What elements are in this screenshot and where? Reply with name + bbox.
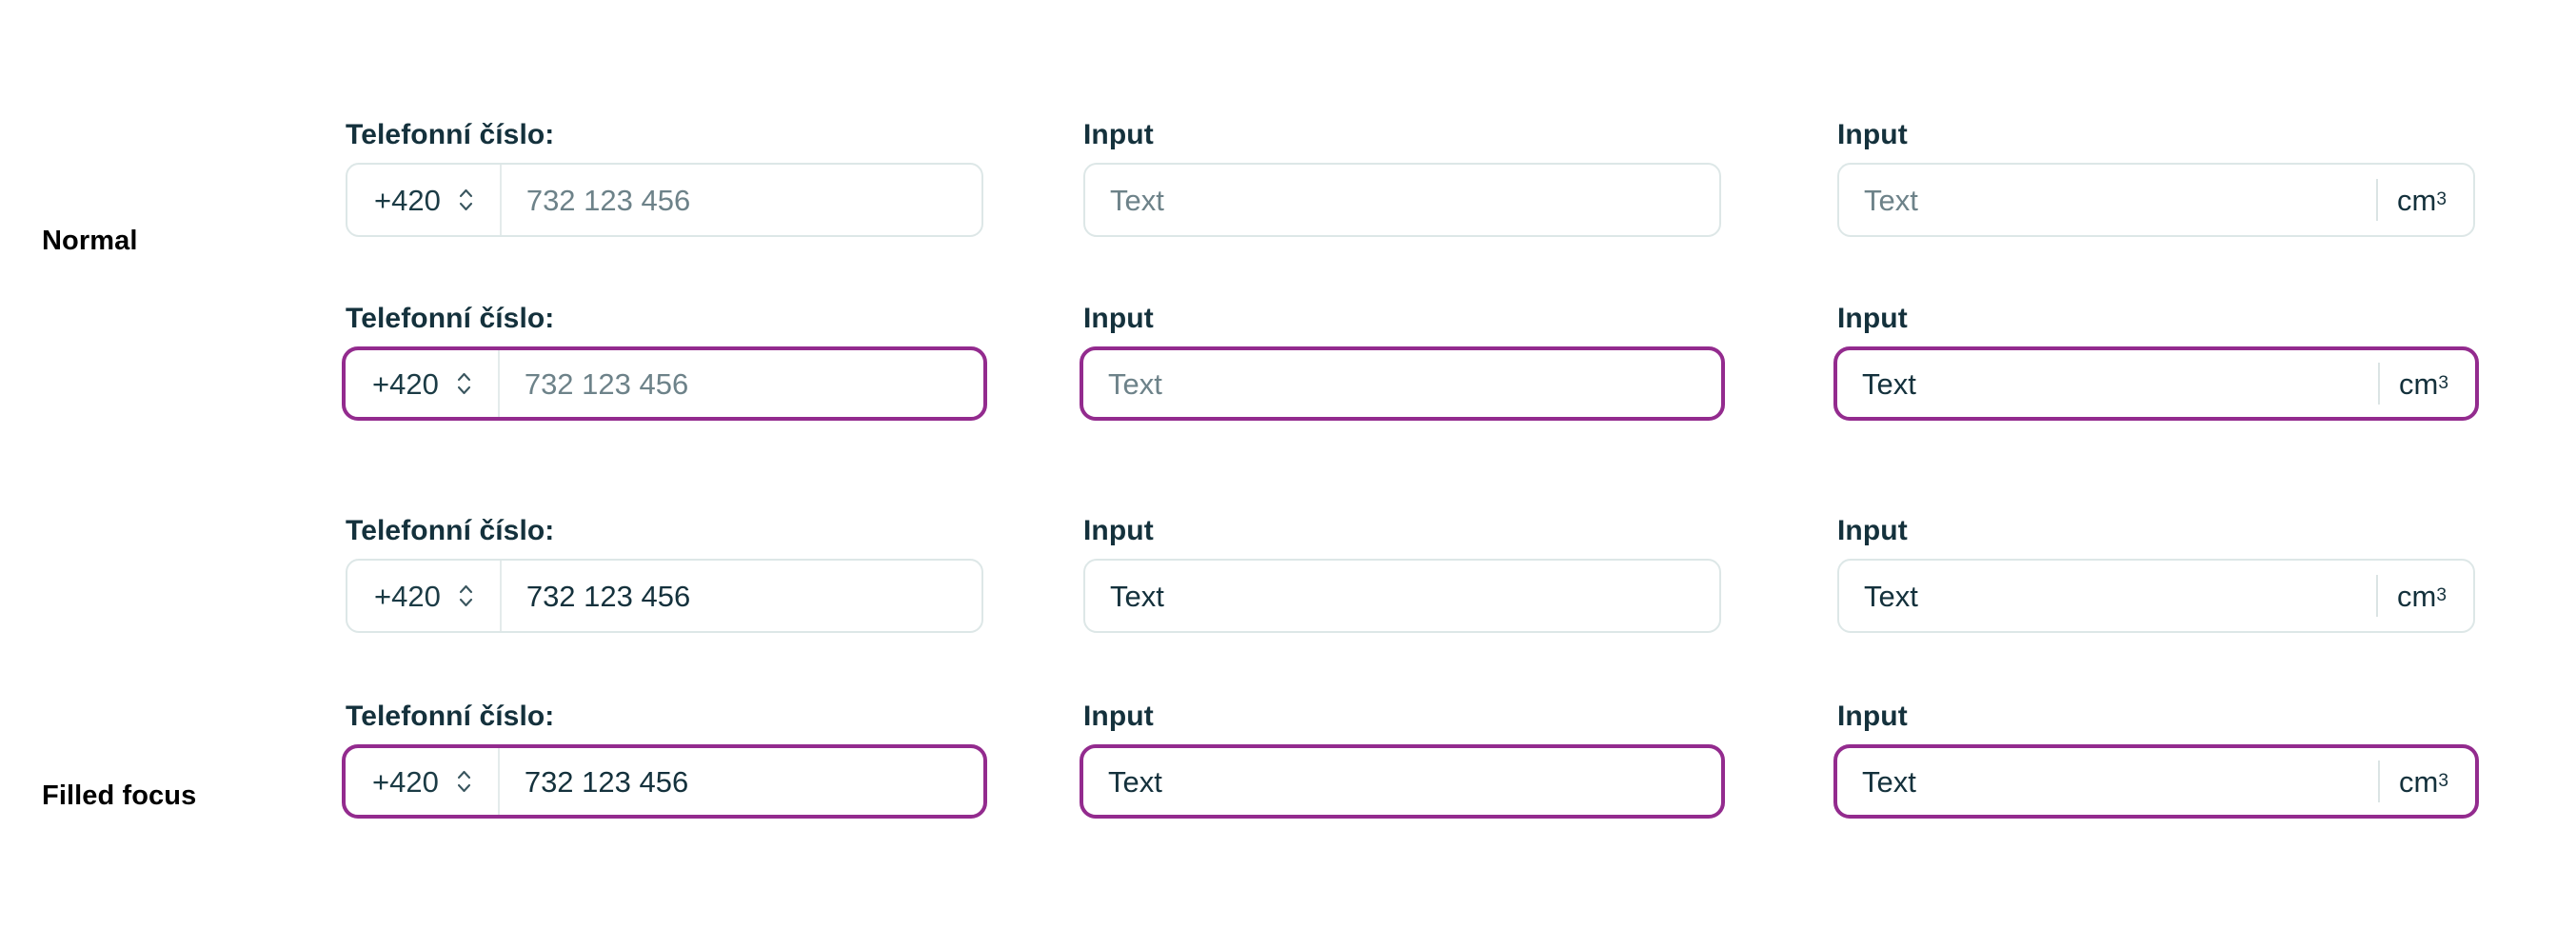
unit-suffix-base: cm [2398,764,2439,799]
unit-input-value[interactable]: Text [1837,748,2378,815]
field-label-input: Input [1083,119,1154,150]
unit-input-value[interactable]: Text [1837,350,2378,417]
unit-input-value[interactable]: Text [1839,561,2376,631]
unit-suffix: cm 3 [2376,165,2473,235]
text-input-value[interactable]: Text [1085,561,1719,631]
field-label-phone: Telefonní číslo: [346,701,555,732]
text-input-row3[interactable]: Text [1083,559,1721,633]
field-unit-row2: Input Text cm 3 [1833,302,2479,421]
field-label-phone: Telefonní číslo: [346,515,555,546]
field-label-phone: Telefonní číslo: [346,119,555,150]
phone-input-row2[interactable]: +420 732 123 456 [342,346,987,421]
phone-number-input[interactable]: 732 123 456 [500,748,983,815]
unit-suffix-base: cm [2396,579,2437,613]
chevron-up-down-icon[interactable] [455,369,473,398]
text-input-value[interactable]: Text [1083,748,1721,815]
field-label-input: Input [1083,515,1154,546]
field-unit-row4: Input Text cm 3 [1833,700,2479,819]
unit-suffix: cm 3 [2376,561,2473,631]
field-phone-row3: Telefonní číslo: +420 732 123 456 [346,514,983,633]
unit-input-row1[interactable]: Text cm 3 [1837,163,2475,237]
field-text-row2: Input Text [1080,302,1725,421]
field-phone-row4: Telefonní číslo: +420 732 123 456 [342,700,987,819]
phone-input-row1[interactable]: +420 732 123 456 [346,163,983,237]
field-phone-row1: Telefonní číslo: +420 732 123 456 [346,118,983,237]
text-input-value[interactable]: Text [1083,350,1721,417]
text-input-row1[interactable]: Text [1083,163,1721,237]
field-label-phone: Telefonní číslo: [346,303,555,334]
country-code-select-row4[interactable]: +420 [346,748,500,815]
row-legend-filled-focus: Filled focus [42,780,197,811]
field-label-input: Input [1837,701,1908,732]
phone-number-input[interactable]: 732 123 456 [502,165,981,235]
field-unit-row3: Input Text cm 3 [1837,514,2475,633]
row-legend-normal: Normal [42,226,138,256]
phone-input-row4[interactable]: +420 732 123 456 [342,744,987,819]
unit-input-row2[interactable]: Text cm 3 [1833,346,2479,421]
unit-input-row3[interactable]: Text cm 3 [1837,559,2475,633]
field-text-row1: Input Text [1083,118,1721,237]
field-unit-row1: Input Text cm 3 [1837,118,2475,237]
field-text-row3: Input Text [1083,514,1721,633]
chevron-up-down-icon[interactable] [457,582,475,610]
phone-number-input[interactable]: 732 123 456 [502,561,981,631]
chevron-up-down-icon[interactable] [457,186,475,214]
unit-suffix-base: cm [2398,366,2439,401]
field-label-input: Input [1837,303,1908,334]
country-code-value: +420 [372,764,439,799]
unit-suffix: cm 3 [2378,350,2475,417]
field-text-row4: Input Text [1080,700,1725,819]
unit-input-row4[interactable]: Text cm 3 [1833,744,2479,819]
field-label-input: Input [1837,515,1908,546]
text-input-row2[interactable]: Text [1080,346,1725,421]
phone-number-input[interactable]: 732 123 456 [500,350,983,417]
country-code-select-row2[interactable]: +420 [346,350,500,417]
unit-suffix: cm 3 [2378,748,2475,815]
country-code-value: +420 [374,183,441,217]
field-label-input: Input [1083,701,1154,732]
field-label-input: Input [1083,303,1154,334]
text-input-row4[interactable]: Text [1080,744,1725,819]
input-states-showcase: Normal Filled focus Telefonní číslo: +42… [0,0,2576,948]
unit-input-value[interactable]: Text [1839,165,2376,235]
field-phone-row2: Telefonní číslo: +420 732 123 456 [342,302,987,421]
field-label-input: Input [1837,119,1908,150]
country-code-value: +420 [372,366,439,401]
text-input-value[interactable]: Text [1085,165,1719,235]
country-code-value: +420 [374,579,441,613]
unit-suffix-base: cm [2396,183,2437,217]
chevron-up-down-icon[interactable] [455,767,473,796]
phone-input-row3[interactable]: +420 732 123 456 [346,559,983,633]
country-code-select-row3[interactable]: +420 [347,561,502,631]
country-code-select-row1[interactable]: +420 [347,165,502,235]
